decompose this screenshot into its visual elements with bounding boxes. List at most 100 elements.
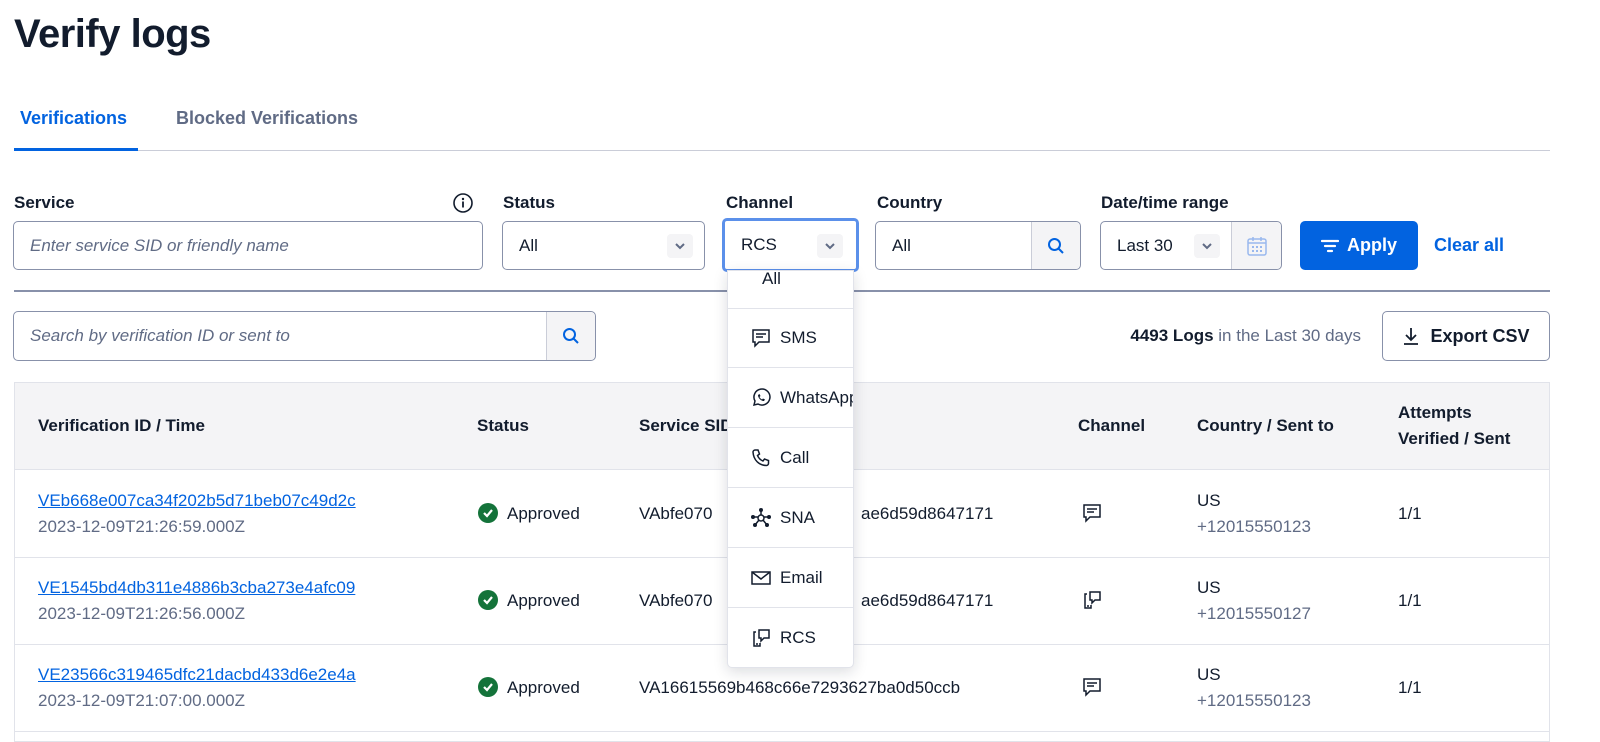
header-verification-id: Verification ID / Time (38, 416, 205, 435)
attempts: 1/1 (1398, 591, 1422, 610)
service-placeholder: Enter service SID or friendly name (30, 235, 289, 255)
phone-icon (750, 447, 772, 469)
verification-time: 2023-12-09T21:26:56.000Z (38, 604, 245, 623)
calendar-icon (1246, 236, 1267, 256)
sms-icon (750, 327, 772, 349)
option-label: Call (780, 447, 810, 467)
clear-all-link[interactable]: Clear all (1434, 235, 1504, 256)
tab-blocked-verifications[interactable]: Blocked Verifications (176, 108, 358, 129)
channel-option-whatsapp[interactable]: WhatsApp (728, 368, 853, 428)
channel-select[interactable]: RCS (722, 218, 859, 272)
status-value: All (519, 235, 538, 255)
header-status: Status (477, 416, 529, 435)
status-cell: Approved (478, 501, 580, 527)
sent-to: +12015550123 (1197, 517, 1311, 536)
daterange-value: Last 30 (1117, 235, 1173, 255)
country-input[interactable]: All (875, 221, 1081, 270)
download-icon (1404, 328, 1419, 345)
service-sid-end: ae6d59d8647171 (861, 504, 994, 523)
export-label: Export CSV (1430, 325, 1530, 346)
option-label: SNA (780, 507, 815, 527)
sent-to: +12015550127 (1197, 604, 1311, 623)
search-icon (1048, 237, 1064, 254)
channel-option-all[interactable]: All (728, 270, 853, 309)
header-country: Country / Sent to (1197, 416, 1334, 435)
option-label: All (762, 270, 781, 288)
whatsapp-icon (750, 387, 772, 409)
channel-option-call[interactable]: Call (728, 428, 853, 488)
rcs-icon (750, 627, 772, 649)
status-cell: Approved (478, 588, 580, 614)
calendar-button[interactable] (1231, 222, 1281, 269)
daterange-label: Date/time range (1101, 193, 1229, 212)
email-icon (750, 567, 772, 589)
verification-id-link[interactable]: VEb668e007ca34f202b5d71beb07c49d2c (38, 491, 356, 510)
country: US (1197, 665, 1221, 684)
log-summary: 4493 Logs in the Last 30 days (1130, 326, 1361, 346)
search-input[interactable]: Search by verification ID or sent to (13, 311, 596, 361)
chevron-down-icon (667, 234, 693, 258)
chevron-down-icon (817, 234, 843, 258)
country-label: Country (877, 193, 943, 212)
option-label: RCS (780, 627, 816, 647)
channel-option-sms[interactable]: SMS (728, 308, 853, 368)
check-circle-icon (478, 677, 498, 697)
service-input[interactable]: Enter service SID or friendly name (13, 221, 483, 270)
status-text: Approved (507, 504, 580, 523)
header-channel: Channel (1078, 416, 1146, 435)
daterange-select[interactable]: Last 30 (1100, 221, 1282, 270)
option-label: WhatsApp (780, 387, 854, 407)
country: US (1197, 491, 1221, 510)
filter-icon (1320, 239, 1339, 252)
service-label: Service (14, 193, 75, 212)
sent-to: +12015550123 (1197, 691, 1311, 710)
channel-option-email[interactable]: Email (728, 548, 853, 608)
rcs-icon (1081, 589, 1103, 619)
attempts: 1/1 (1398, 678, 1422, 697)
check-circle-icon (478, 503, 498, 523)
channel-option-rcs[interactable]: RCS (728, 608, 853, 667)
apply-button[interactable]: Apply (1300, 221, 1418, 270)
export-csv-button[interactable]: Export CSV (1382, 311, 1550, 361)
sna-icon (750, 507, 772, 529)
verification-time: 2023-12-09T21:26:59.000Z (38, 517, 245, 536)
log-range: in the Last 30 days (1218, 326, 1361, 345)
tab-verifications[interactable]: Verifications (20, 108, 127, 129)
service-sid: VAbfe070 (639, 591, 713, 610)
tab-divider (14, 150, 1550, 151)
search-icon (563, 328, 579, 344)
chevron-down-icon (1194, 234, 1220, 258)
header-verified-sent: Verified / Sent (1398, 429, 1511, 448)
verification-id-link[interactable]: VE23566c319465dfc21dacbd433d6e2e4a (38, 665, 356, 684)
channel-label: Channel (726, 193, 794, 212)
verification-id-link[interactable]: VE1545bd4db311e4886b3cba273e4afc09 (38, 578, 355, 597)
channel-option-sna[interactable]: SNA (728, 488, 853, 548)
status-cell: Approved (478, 675, 580, 701)
check-circle-icon (478, 590, 498, 610)
active-tab-indicator (14, 148, 138, 151)
log-count: 4493 Logs (1130, 326, 1214, 345)
country: US (1197, 578, 1221, 597)
channel-value: RCS (741, 235, 777, 254)
page-title: Verify logs (14, 12, 211, 56)
apply-label: Apply (1346, 235, 1397, 255)
sms-icon (1081, 676, 1103, 706)
search-placeholder: Search by verification ID or sent to (30, 326, 290, 345)
header-attempts: Attempts (1398, 403, 1472, 422)
info-icon[interactable] (452, 192, 474, 214)
status-label: Status (503, 193, 555, 212)
verification-time: 2023-12-09T21:07:00.000Z (38, 691, 245, 710)
channel-dropdown-menu: All SMS WhatsApp Call SNA Email RCS (727, 270, 854, 668)
service-sid: VA16615569b468c66e7293627ba0d50ccb (639, 678, 961, 697)
option-label: Email (780, 567, 823, 587)
option-label: SMS (780, 327, 817, 347)
status-text: Approved (507, 678, 580, 697)
service-sid-end: ae6d59d8647171 (861, 591, 994, 610)
header-service-sid: Service SID (639, 416, 733, 435)
sms-icon (1081, 502, 1103, 532)
search-button[interactable] (546, 312, 595, 360)
country-search-button[interactable] (1031, 222, 1080, 269)
status-text: Approved (507, 591, 580, 610)
status-select[interactable]: All (502, 221, 705, 270)
attempts: 1/1 (1398, 504, 1422, 523)
